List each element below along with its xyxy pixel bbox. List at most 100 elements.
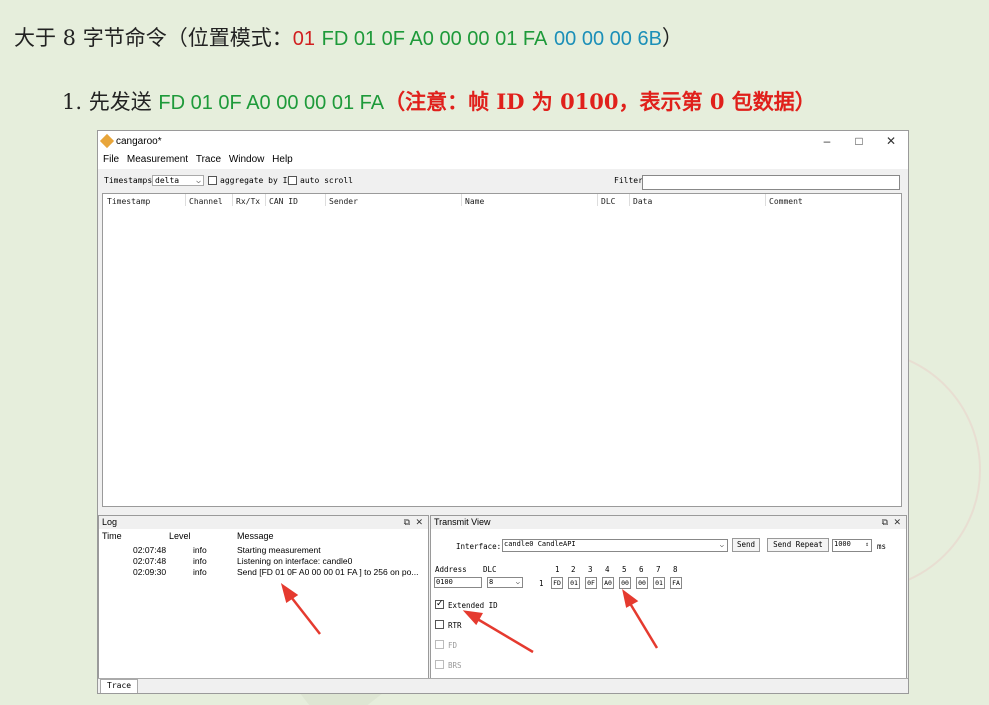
minimize-button[interactable]: – bbox=[814, 134, 840, 150]
log-row-time: 02:07:48 bbox=[133, 545, 167, 555]
dlc-value: 8 bbox=[489, 578, 494, 586]
close-button[interactable]: ✕ bbox=[878, 134, 904, 150]
autoscroll-label: auto scroll bbox=[300, 176, 353, 185]
menu-file[interactable]: File bbox=[103, 153, 119, 167]
log-row-level: info bbox=[193, 567, 207, 577]
column-timestamp[interactable]: Timestamp bbox=[107, 197, 150, 206]
byte-4-input[interactable]: A0 bbox=[602, 577, 614, 589]
chevron-down-icon: ⌵ bbox=[719, 541, 724, 549]
trace-toolbar: Timestamps: delta ⌵ aggregate by ID auto… bbox=[98, 171, 908, 191]
byte-index: 5 bbox=[622, 565, 627, 574]
byte-6-input[interactable]: 00 bbox=[636, 577, 648, 589]
timestamps-select[interactable]: delta ⌵ bbox=[152, 175, 204, 186]
column-name[interactable]: Name bbox=[465, 197, 484, 206]
log-row-message: Send [FD 01 0F A0 00 00 01 FA ] to 256 o… bbox=[237, 567, 419, 577]
column-comment[interactable]: Comment bbox=[769, 197, 803, 206]
menu-help[interactable]: Help bbox=[272, 153, 293, 167]
title-bar: cangaroo* – □ ✕ bbox=[98, 131, 908, 153]
doc-step-1: 1. 先发送 FD 01 0F A0 00 00 01 FA（注意：帧 ID 为… bbox=[62, 86, 816, 116]
interface-label: Interface: bbox=[456, 542, 502, 551]
fd-label: FD bbox=[448, 641, 458, 650]
transmit-pane-title: Transmit View ⧉ ✕ bbox=[431, 516, 906, 529]
repeat-interval-spinbox[interactable]: 1000 ⇕ bbox=[832, 539, 872, 552]
chevron-down-icon: ⌵ bbox=[196, 176, 201, 185]
trace-table[interactable]: Timestamp Channel Rx/Tx CAN ID Sender Na… bbox=[102, 193, 902, 507]
log-header-message[interactable]: Message bbox=[237, 531, 274, 541]
byte-1-input[interactable]: FD bbox=[551, 577, 563, 589]
send-button[interactable]: Send bbox=[732, 538, 760, 552]
dlc-label: DLC bbox=[483, 565, 497, 574]
repeat-unit: ms bbox=[877, 542, 887, 551]
column-divider bbox=[232, 194, 233, 206]
doc-heading-suffix: ） bbox=[661, 26, 683, 50]
doc-heading-red-bytes: 01 bbox=[292, 28, 315, 50]
column-dlc[interactable]: DLC bbox=[601, 197, 615, 206]
dlc-select[interactable]: 8 ⌵ bbox=[487, 577, 523, 588]
byte-5-input[interactable]: 00 bbox=[619, 577, 631, 589]
cangaroo-window: cangaroo* – □ ✕ File Measurement Trace W… bbox=[97, 130, 909, 694]
column-sender[interactable]: Sender bbox=[329, 197, 358, 206]
log-header-time[interactable]: Time bbox=[102, 531, 122, 541]
window-title: cangaroo* bbox=[116, 136, 162, 147]
extended-id-checkbox[interactable]: ✓ bbox=[435, 598, 444, 609]
doc-step-1-bytes: FD 01 0F A0 00 00 01 FA bbox=[158, 92, 385, 114]
tab-trace[interactable]: Trace bbox=[100, 679, 139, 693]
aggregate-checkbox[interactable] bbox=[208, 176, 217, 185]
log-row-level: info bbox=[193, 545, 207, 555]
chevron-down-icon: ⌵ bbox=[515, 578, 520, 586]
bottom-tab-bar: Trace bbox=[98, 678, 908, 693]
float-icon[interactable]: ⧉ bbox=[882, 516, 888, 529]
byte-2-input[interactable]: 01 bbox=[568, 577, 580, 589]
doc-step-1-note: （注意：帧 ID 为 0100，表示第 0 包数据） bbox=[384, 89, 816, 114]
byte-index: 2 bbox=[571, 565, 576, 574]
fd-checkbox bbox=[435, 640, 444, 649]
interface-select[interactable]: candle0 CandleAPI ⌵ bbox=[502, 539, 728, 552]
close-icon[interactable]: ✕ bbox=[893, 516, 901, 529]
menu-measurement[interactable]: Measurement bbox=[127, 153, 188, 167]
autoscroll-checkbox[interactable] bbox=[288, 176, 297, 185]
column-rxtx[interactable]: Rx/Tx bbox=[236, 197, 260, 206]
column-can-id[interactable]: CAN ID bbox=[269, 197, 298, 206]
byte-row-label: 1 bbox=[539, 579, 544, 588]
column-divider bbox=[265, 194, 266, 206]
byte-index: 4 bbox=[605, 565, 610, 574]
aggregate-label: aggregate by ID bbox=[220, 176, 293, 185]
menu-window[interactable]: Window bbox=[229, 153, 265, 167]
repeat-interval-value: 1000 bbox=[834, 540, 851, 548]
rtr-checkbox[interactable] bbox=[435, 620, 444, 629]
menu-bar: File Measurement Trace Window Help bbox=[98, 153, 908, 169]
byte-8-input[interactable]: FA bbox=[670, 577, 682, 589]
menu-trace[interactable]: Trace bbox=[196, 153, 221, 167]
spin-arrows-icon[interactable]: ⇕ bbox=[865, 540, 869, 549]
column-divider bbox=[461, 194, 462, 206]
transmit-title: Transmit View bbox=[434, 517, 491, 527]
log-header-level[interactable]: Level bbox=[169, 531, 191, 541]
byte-7-input[interactable]: 01 bbox=[653, 577, 665, 589]
doc-heading-prefix: 大于 8 字节命令（位置模式： bbox=[14, 26, 293, 50]
send-repeat-button[interactable]: Send Repeat bbox=[767, 538, 829, 552]
log-row-time: 02:09:30 bbox=[133, 567, 167, 577]
column-divider bbox=[185, 194, 186, 206]
close-icon[interactable]: ✕ bbox=[415, 516, 423, 529]
address-label: Address bbox=[435, 565, 467, 574]
timestamps-value: delta bbox=[155, 176, 180, 185]
log-row-level: info bbox=[193, 556, 207, 566]
byte-index: 3 bbox=[588, 565, 593, 574]
maximize-button[interactable]: □ bbox=[846, 134, 872, 150]
column-divider bbox=[629, 194, 630, 206]
log-row-message: Listening on interface: candle0 bbox=[237, 556, 353, 566]
address-input[interactable]: 0100 bbox=[434, 577, 482, 588]
byte-index: 1 bbox=[555, 565, 560, 574]
brs-checkbox bbox=[435, 660, 444, 669]
byte-3-input[interactable]: 0F bbox=[585, 577, 597, 589]
column-divider bbox=[597, 194, 598, 206]
column-data[interactable]: Data bbox=[633, 197, 652, 206]
float-icon[interactable]: ⧉ bbox=[404, 516, 410, 529]
log-row-time: 02:07:48 bbox=[133, 556, 167, 566]
cangaroo-logo-icon bbox=[99, 133, 115, 149]
byte-index: 7 bbox=[656, 565, 661, 574]
column-channel[interactable]: Channel bbox=[189, 197, 223, 206]
byte-index: 8 bbox=[673, 565, 678, 574]
filter-input[interactable] bbox=[642, 175, 900, 190]
doc-step-1-prefix: 1. 先发送 bbox=[62, 90, 152, 114]
